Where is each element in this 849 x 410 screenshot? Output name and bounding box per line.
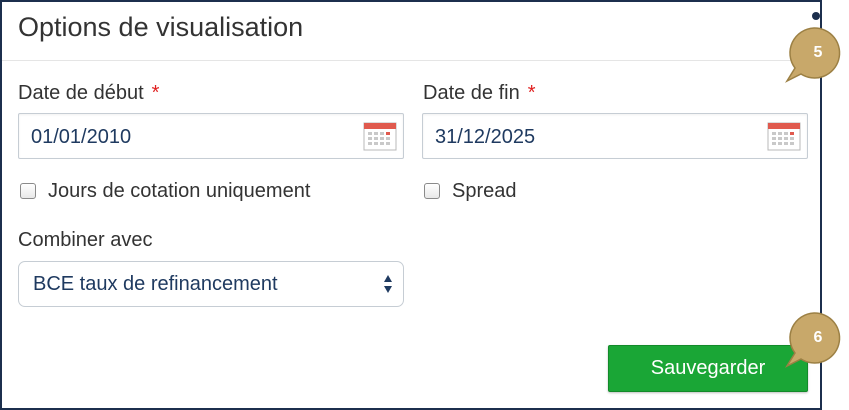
callout-number-6: 6	[813, 329, 823, 346]
title-divider	[2, 60, 820, 61]
corner-dot-icon	[812, 12, 820, 20]
panel-border-top	[0, 0, 822, 2]
save-button[interactable]: Sauvegarder	[608, 345, 808, 392]
calendar-icon[interactable]	[767, 121, 801, 151]
trading-days-label[interactable]: Jours de cotation uniquement	[48, 180, 310, 203]
combine-select[interactable]: BCE taux de refinancement	[18, 261, 404, 307]
end-date-required-mark: *	[527, 82, 536, 104]
panel-title: Options de visualisation	[18, 12, 304, 42]
callout-badge-5: 5	[784, 25, 846, 87]
end-date-input[interactable]: 31/12/2025	[422, 113, 808, 159]
callout-number-5: 5	[813, 44, 823, 61]
end-date-value: 31/12/2025	[435, 126, 536, 148]
panel-border-left	[0, 0, 2, 410]
callout-badge-6: 6	[784, 310, 846, 372]
trading-days-checkbox[interactable]	[20, 183, 36, 199]
select-arrows-icon	[384, 275, 392, 293]
start-date-input[interactable]: 01/01/2010	[18, 113, 404, 159]
spread-checkbox[interactable]	[424, 183, 440, 199]
end-date-label-row: Date de fin *	[423, 82, 536, 105]
combine-label: Combiner avec	[18, 229, 153, 251]
end-date-label: Date de fin	[423, 82, 520, 104]
start-date-required-mark: *	[151, 82, 160, 104]
combine-selected-value: BCE taux de refinancement	[33, 273, 278, 295]
visualisation-options-panel: Options de visualisation Date de début * …	[0, 0, 849, 410]
spread-label[interactable]: Spread	[452, 180, 517, 203]
calendar-icon[interactable]	[363, 121, 397, 151]
start-date-value: 01/01/2010	[31, 126, 132, 148]
start-date-label: Date de début	[18, 82, 144, 104]
start-date-label-row: Date de début *	[18, 82, 159, 105]
